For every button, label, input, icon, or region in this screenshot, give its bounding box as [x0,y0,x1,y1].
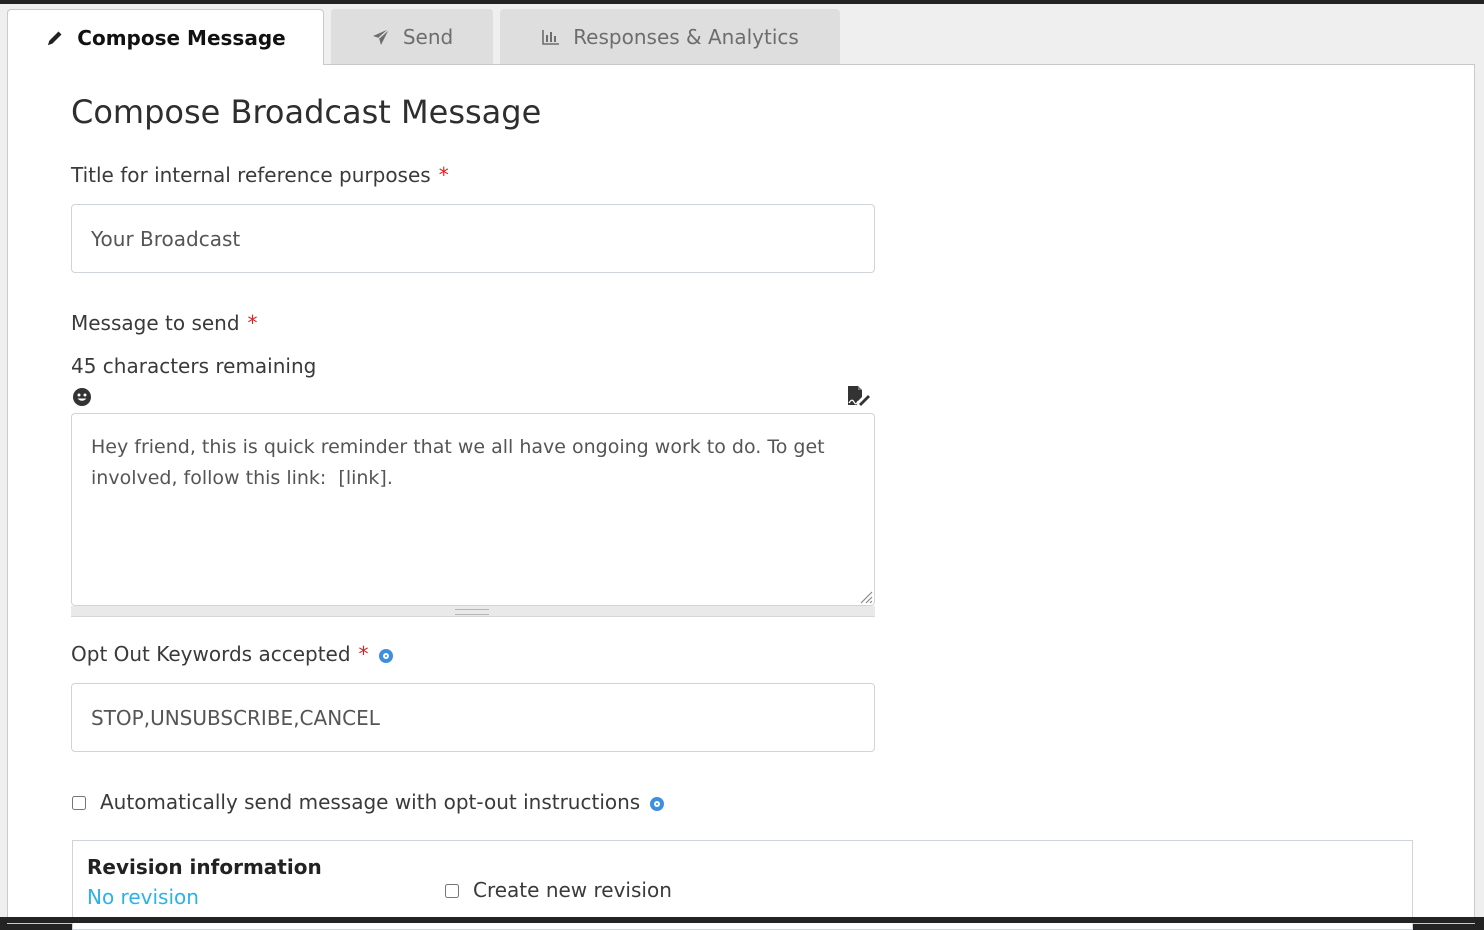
message-textarea[interactable]: Hey friend, this is quick reminder that … [71,413,875,606]
tab-label: Send [402,24,454,49]
tab-label: Responses & Analytics [573,24,799,49]
signature-edit-icon[interactable] [846,385,870,411]
optout-label: Opt Out Keywords accepted * [71,642,393,666]
tab-send[interactable]: Send [331,9,493,64]
required-mark: * [247,311,258,335]
grip-lines [455,609,489,615]
emoji-picker-icon[interactable] [72,387,92,411]
required-mark: * [358,642,369,666]
create-revision-label: Create new revision [473,878,672,902]
revision-title: Revision information [87,855,322,879]
bottom-bar [0,917,1484,923]
textarea-resize-grip[interactable] [71,606,875,617]
auto-optout-label: Automatically send message with opt-out … [100,790,665,814]
compose-panel: Compose Broadcast Message Title for inte… [7,64,1475,930]
optout-keywords-input[interactable] [71,683,875,752]
tab-responses-analytics[interactable]: Responses & Analytics [500,9,840,64]
pencil-icon [45,28,65,48]
tab-bar: Compose Message Send Responses & Analyti… [7,9,1484,65]
create-revision-checkbox[interactable] [445,884,459,898]
required-mark: * [438,163,449,187]
info-icon[interactable] [378,648,393,663]
title-label: Title for internal reference purposes * [71,163,449,187]
revision-status-link[interactable]: No revision [87,885,199,909]
message-label: Message to send * [71,311,258,335]
paper-plane-icon [371,27,391,47]
characters-remaining: 45 characters remaining [71,354,317,378]
resize-handle-icon[interactable] [857,588,873,608]
info-icon[interactable] [650,796,665,811]
auto-optout-checkbox[interactable] [72,796,86,810]
tab-compose-message[interactable]: Compose Message [7,9,324,65]
tab-label: Compose Message [77,25,286,50]
bar-chart-icon [541,28,561,46]
page-title: Compose Broadcast Message [71,93,542,131]
app-frame: Compose Message Send Responses & Analyti… [0,4,1484,930]
title-input[interactable] [71,204,875,273]
